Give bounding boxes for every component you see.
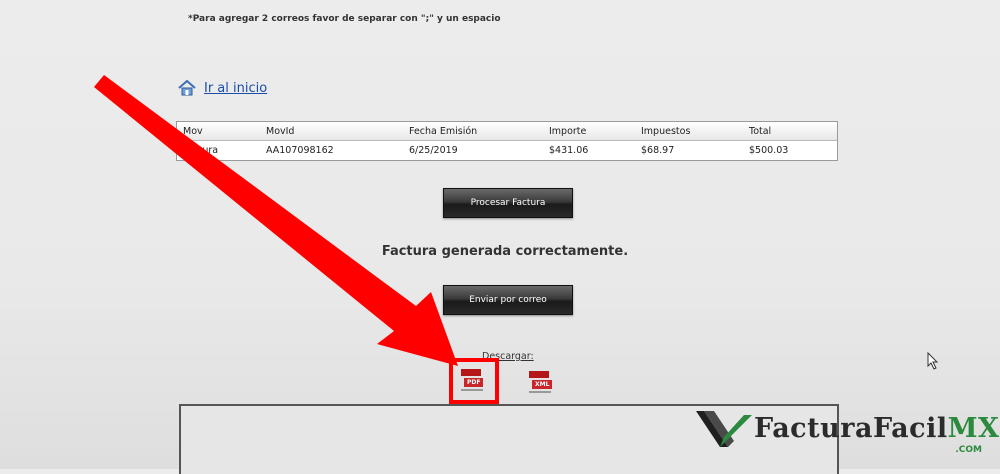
mouse-cursor-icon	[927, 352, 939, 370]
brand-domain: .COM	[955, 445, 982, 455]
brand-logo-icon	[696, 411, 752, 447]
brand-watermark: FacturaFacilMX .COM	[694, 405, 999, 461]
brand-name-main: FacturaFacil	[754, 413, 948, 444]
brand-name-suffix: MX	[947, 413, 1000, 444]
red-arrow	[94, 75, 458, 366]
pointer-arrow-overlay	[94, 75, 458, 366]
brand-name: FacturaFacilMX	[754, 413, 999, 444]
